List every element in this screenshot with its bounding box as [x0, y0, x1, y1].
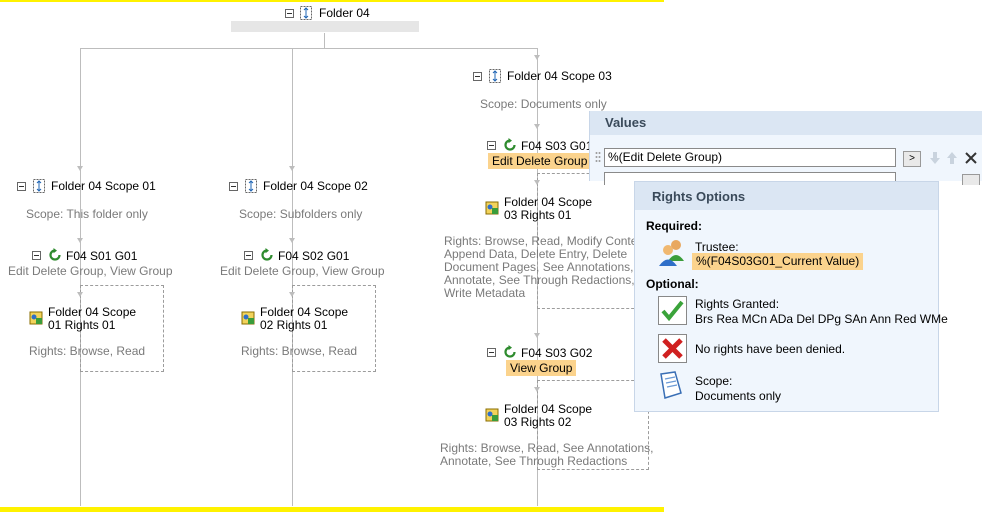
rights-03-02-text: Annotate, See Through Redactions [440, 454, 628, 468]
trustee-value[interactable]: %(F04S03G01_Current Value) [692, 253, 864, 270]
optional-label: Optional: [646, 277, 699, 291]
arrow [534, 387, 540, 392]
bottom-accent-bar [0, 507, 664, 512]
value-input[interactable]: %(Edit Delete Group) [604, 148, 896, 167]
move-up-icon[interactable] [945, 151, 959, 165]
required-label: Required: [646, 219, 703, 233]
group-s01-g01-sub: Edit Delete Group, View Group [8, 264, 173, 278]
rights-granted-value: Brs Rea MCn ADa Del DPg SAn Ann Red WMe [695, 312, 948, 326]
arrow [534, 333, 540, 338]
rights-03-01-text: Document Pages, See Annotations, [444, 260, 634, 274]
values-panel: Values %(Edit Delete Group) > [589, 111, 982, 185]
top-accent-bar [0, 0, 664, 2]
collapse-toggle[interactable] [32, 251, 41, 260]
rights-02-label-2[interactable]: 02 Rights 01 [260, 318, 327, 332]
group-refresh-icon [504, 345, 516, 358]
scope-value: Documents only [695, 389, 782, 403]
rights-options-title: Rights Options [652, 189, 746, 204]
rights-03-01-label-2[interactable]: 03 Rights 01 [504, 208, 571, 222]
arrow [77, 238, 83, 243]
rights-01-text: Rights: Browse, Read [29, 344, 146, 358]
rights-icon [29, 311, 43, 325]
collapse-toggle[interactable] [487, 348, 496, 357]
arrow [534, 124, 540, 129]
group-refresh-icon [49, 248, 61, 261]
rights-03-01-label-1[interactable]: Folder 04 Scope [504, 195, 592, 209]
group-s02-g01-label[interactable]: F04 S02 G01 [278, 249, 349, 263]
trustee-label: Trustee: [695, 240, 739, 254]
trustee-users-icon [659, 240, 684, 266]
values-panel-title: Values [605, 115, 647, 130]
denied-text: No rights have been denied. [695, 342, 846, 356]
collapse-toggle[interactable] [244, 251, 253, 260]
values-panel-header [590, 111, 982, 135]
collapse-toggle[interactable] [17, 182, 26, 191]
rights-03-01-text: Rights: Browse, Read, Modify Content, [444, 234, 651, 248]
scope-icon [33, 179, 45, 193]
group-s03-g01-label[interactable]: F04 S03 G01 [521, 139, 592, 153]
scope-03-text: Scope: Documents only [480, 97, 607, 111]
root-selection-bar [231, 21, 419, 32]
arrow [534, 55, 540, 60]
group-refresh-icon [261, 248, 273, 261]
connector [80, 48, 538, 49]
scope-02-label[interactable]: Folder 04 Scope 02 [263, 179, 368, 193]
arrow [534, 180, 540, 185]
collapse-toggle[interactable] [487, 141, 496, 150]
rights-granted-label: Rights Granted: [695, 297, 780, 311]
rights-icon [485, 408, 499, 422]
collapse-toggle[interactable] [229, 182, 238, 191]
arrow [289, 292, 295, 297]
scope-icon [245, 179, 257, 193]
value-button-second[interactable] [962, 174, 980, 185]
scope-icon [489, 69, 501, 83]
group-s03-g02-sub[interactable]: View Group [506, 360, 577, 376]
arrow [289, 166, 295, 171]
root-folder-label[interactable]: Folder 04 [319, 6, 370, 20]
group-s02-g01-sub: Edit Delete Group, View Group [220, 264, 385, 278]
move-down-icon[interactable] [928, 151, 942, 165]
scope-01-text: Scope: This folder only [26, 207, 148, 221]
scope-document-icon [660, 371, 682, 399]
arrow [289, 238, 295, 243]
rights-03-02-text: Rights: Browse, Read, See Annotations, [440, 441, 654, 455]
rights-03-01-text: Write Metadata [444, 286, 526, 300]
collapse-toggle[interactable] [473, 72, 482, 81]
group-refresh-icon [504, 138, 516, 151]
rights-01-label-1[interactable]: Folder 04 Scope [48, 305, 136, 319]
rights-icon [241, 311, 255, 325]
group-s01-g01-label[interactable]: F04 S01 G01 [66, 249, 137, 263]
group-s03-g02-label[interactable]: F04 S03 G02 [521, 346, 592, 360]
rights-03-01-text: Append Data, Delete Entry, Delete [444, 247, 628, 261]
connector [324, 33, 325, 48]
checkmark-icon [658, 296, 687, 325]
collapse-toggle[interactable] [285, 9, 294, 18]
arrow [77, 166, 83, 171]
close-icon[interactable] [964, 151, 978, 165]
rights-icon [485, 201, 499, 215]
scope-02-text: Scope: Subfolders only [239, 207, 363, 221]
scope-icon [300, 6, 312, 20]
scope-label: Scope: [695, 374, 733, 388]
drag-handle-icon[interactable] [595, 151, 601, 163]
rights-03-01-text: Annotate, See Through Redactions, [444, 273, 635, 287]
scope-03-label[interactable]: Folder 04 Scope 03 [507, 69, 612, 83]
rights-02-text: Rights: Browse, Read [241, 344, 358, 358]
rights-options-panel: Rights Options Required: Trustee: %(F04S… [634, 181, 948, 412]
expand-button[interactable]: > [903, 151, 921, 167]
scope-01-label[interactable]: Folder 04 Scope 01 [51, 179, 156, 193]
rights-03-02-label-1[interactable]: Folder 04 Scope [504, 402, 592, 416]
rights-02-label-1[interactable]: Folder 04 Scope [260, 305, 348, 319]
denied-x-icon [658, 334, 687, 363]
arrow [77, 292, 83, 297]
rights-03-02-label-2[interactable]: 03 Rights 02 [504, 415, 571, 429]
rights-01-label-2[interactable]: 01 Rights 01 [48, 318, 115, 332]
group-s03-g01-sub[interactable]: Edit Delete Group [488, 153, 592, 169]
